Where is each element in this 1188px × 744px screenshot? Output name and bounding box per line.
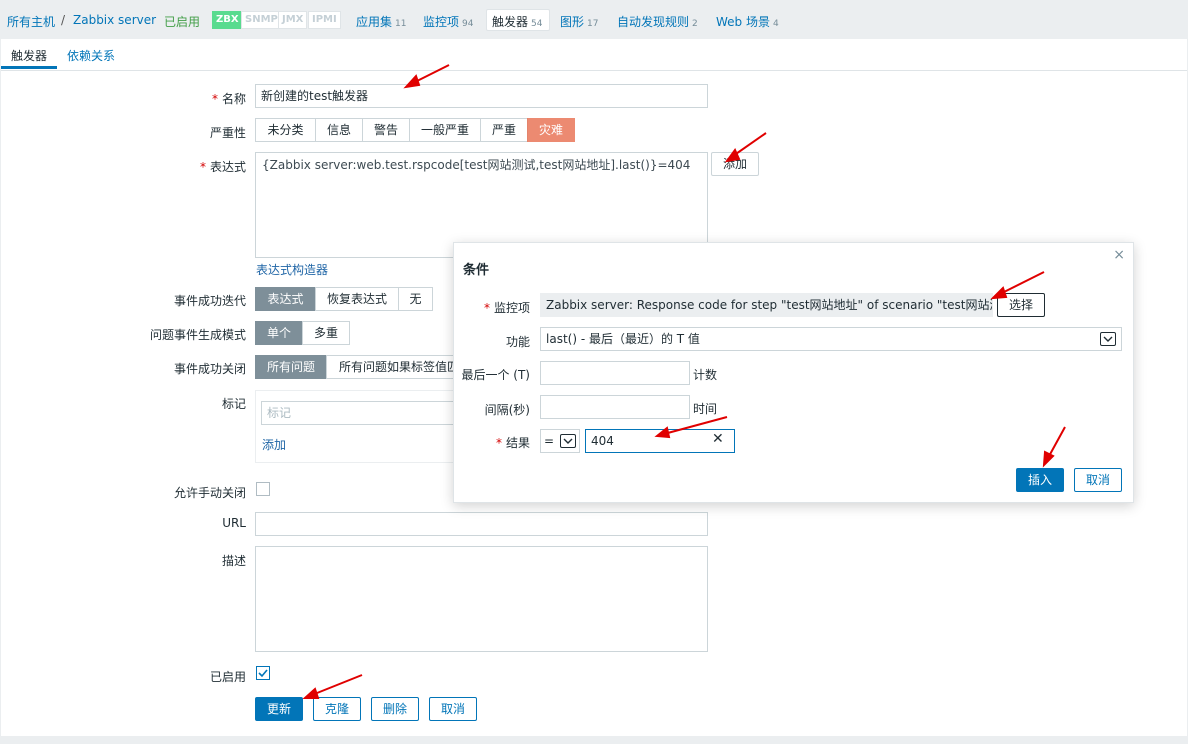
url-label: URL xyxy=(222,516,246,530)
url-input[interactable] xyxy=(255,512,708,536)
nav-items[interactable]: 监控项 94 xyxy=(423,13,473,30)
manual-close-label: 允许手动关闭 xyxy=(173,486,246,500)
ok-event-recovery-expression[interactable]: 恢复表达式 xyxy=(315,287,399,311)
function-select[interactable]: last() - 最后（最近）的 T 值 xyxy=(540,327,1122,351)
last-count-input[interactable] xyxy=(540,361,690,385)
interval-unit: 时间 xyxy=(693,402,718,416)
ok-event-expression[interactable]: 表达式 xyxy=(255,287,316,311)
dialog-cancel-button[interactable]: 取消 xyxy=(1074,468,1122,492)
problem-mode-single[interactable]: 单个 xyxy=(255,321,303,345)
problem-mode-label: 问题事件生成模式 xyxy=(149,328,246,342)
host-status-enabled[interactable]: 已启用 xyxy=(164,13,200,30)
nav-discovery-rules[interactable]: 自动发现规则 2 xyxy=(617,13,698,30)
expression-add-button[interactable]: 添加 xyxy=(711,152,759,176)
nav-graphs[interactable]: 图形 17 xyxy=(560,13,598,30)
result-label: * 结果 xyxy=(495,436,530,450)
breadcrumb-all-hosts[interactable]: 所有主机 xyxy=(7,13,55,30)
checkmark-icon xyxy=(258,669,268,678)
tab-dependencies[interactable]: 依赖关系 xyxy=(67,47,115,64)
tags-add-link[interactable]: 添加 xyxy=(262,436,286,453)
severity-average[interactable]: 一般严重 xyxy=(409,118,481,142)
insert-button[interactable]: 插入 xyxy=(1016,468,1064,492)
expression-builder-link[interactable]: 表达式构造器 xyxy=(256,261,328,278)
enabled-checkbox[interactable] xyxy=(256,666,270,680)
interval-input[interactable] xyxy=(540,395,690,419)
nav-applications[interactable]: 应用集 11 xyxy=(356,13,406,30)
ok-close-label: 事件成功关闭 xyxy=(173,362,246,376)
item-readonly-field: Zabbix server: Response code for step "t… xyxy=(540,293,993,317)
function-label: 功能 xyxy=(505,335,530,349)
severity-high[interactable]: 严重 xyxy=(480,118,528,142)
severity-not-classified[interactable]: 未分类 xyxy=(255,118,316,142)
expression-label: * 表达式 xyxy=(199,160,246,174)
clone-button[interactable]: 克隆 xyxy=(313,697,361,721)
interval-label: 间隔(秒) xyxy=(484,403,530,417)
jmx-availability-badge: JMX xyxy=(278,11,308,29)
item-select-button[interactable]: 选择 xyxy=(997,293,1045,317)
last-count-unit: 计数 xyxy=(693,368,718,382)
breadcrumb-host[interactable]: Zabbix server xyxy=(73,13,156,27)
dialog-title: 条件 xyxy=(463,263,490,278)
clear-icon[interactable]: ✕ xyxy=(712,431,724,447)
severity-warning[interactable]: 警告 xyxy=(362,118,410,142)
delete-button[interactable]: 删除 xyxy=(371,697,419,721)
cancel-button[interactable]: 取消 xyxy=(429,697,477,721)
snmp-availability-badge: SNMP xyxy=(241,11,282,29)
last-count-label: 最后一个 (T) xyxy=(461,368,530,382)
breadcrumb-separator: / xyxy=(61,13,66,27)
ok-close-tag-match[interactable]: 所有问题如果标签值匹 xyxy=(326,355,456,379)
name-label: * 名称 xyxy=(211,92,246,106)
tab-trigger[interactable]: 触发器 xyxy=(11,47,47,64)
host-navigation-bar: 所有主机 / Zabbix server 已启用 ZBX SNMP JMX IP… xyxy=(0,0,1188,38)
severity-label: 严重性 xyxy=(209,126,246,140)
name-input[interactable]: 新创建的test触发器 xyxy=(255,84,708,108)
enabled-label: 已启用 xyxy=(209,670,246,684)
zbx-availability-badge: ZBX xyxy=(212,11,243,29)
operator-chevron-down-icon[interactable] xyxy=(560,434,576,448)
nav-triggers[interactable]: 触发器 54 xyxy=(492,13,542,30)
problem-mode-multiple[interactable]: 多重 xyxy=(302,321,350,345)
chevron-down-icon[interactable] xyxy=(1100,332,1116,346)
description-textarea[interactable] xyxy=(255,546,708,652)
ok-event-none[interactable]: 无 xyxy=(398,287,433,311)
condition-dialog: 条件 × * 监控项 Zabbix server: Response code f… xyxy=(453,242,1134,503)
nav-web-scenarios[interactable]: Web 场景 4 xyxy=(716,13,779,30)
tag-name-input[interactable]: 标记 xyxy=(261,401,461,425)
tags-label: 标记 xyxy=(221,397,246,411)
manual-close-checkbox[interactable] xyxy=(256,482,270,496)
ipmi-availability-badge: IPMI xyxy=(308,11,341,29)
form-tabs: 触发器 依赖关系 xyxy=(1,39,1187,71)
item-label: * 监控项 xyxy=(483,301,530,315)
active-tab-indicator xyxy=(1,66,57,69)
severity-information[interactable]: 信息 xyxy=(315,118,363,142)
update-button[interactable]: 更新 xyxy=(255,697,303,721)
close-icon[interactable]: × xyxy=(1113,247,1125,263)
severity-disaster[interactable]: 灾难 xyxy=(527,118,575,142)
description-label: 描述 xyxy=(221,554,246,568)
ok-close-all-problems[interactable]: 所有问题 xyxy=(255,355,327,379)
ok-event-label: 事件成功迭代 xyxy=(173,294,246,308)
